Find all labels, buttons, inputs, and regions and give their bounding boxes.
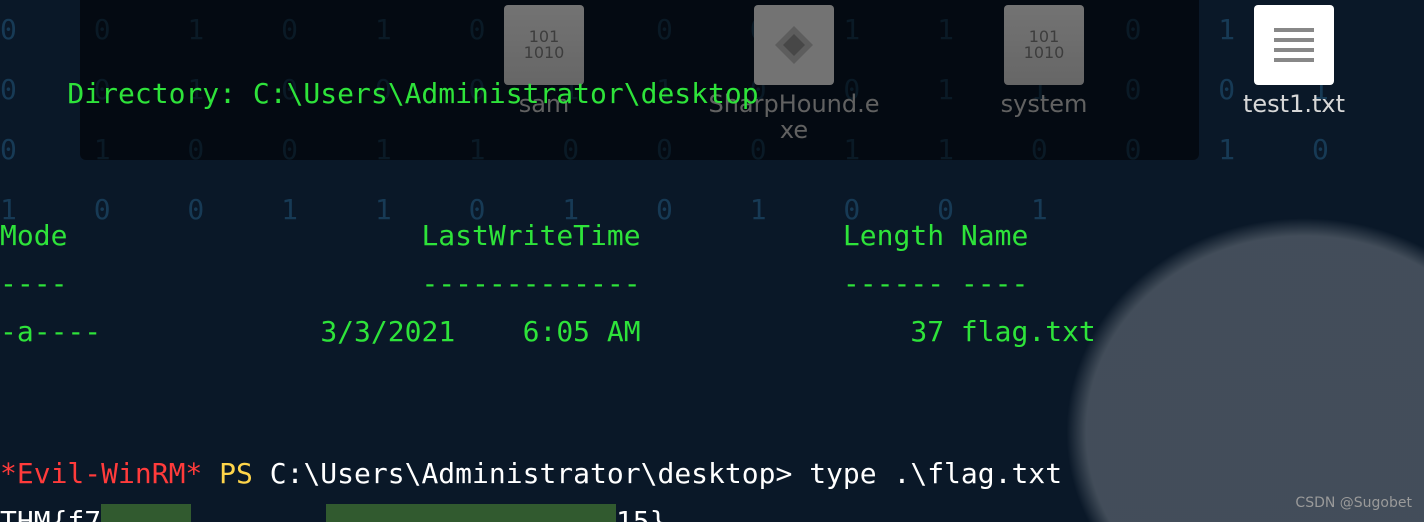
redacted-block <box>101 504 191 522</box>
typed-command: type .\flag.txt <box>809 457 1062 490</box>
terminal-output[interactable]: Directory: C:\Users\Administrator\deskto… <box>0 0 1424 522</box>
col-header-mode: Mode LastWriteTime Length Name <box>0 219 1028 252</box>
watermark: CSDN @Sugobet <box>1295 492 1412 516</box>
prompt-line-1: *Evil-WinRM* PS C:\Users\Administrator\d… <box>0 457 1062 490</box>
col-dashes: ---- ------------- ------ ---- <box>0 267 1028 300</box>
redacted-block <box>326 504 616 522</box>
flag-output: THM{f7 15} <box>0 505 667 522</box>
table-row: -a---- 3/3/2021 6:05 AM 37 flag.txt <box>0 315 1096 348</box>
directory-line: Directory: C:\Users\Administrator\deskto… <box>0 77 759 110</box>
